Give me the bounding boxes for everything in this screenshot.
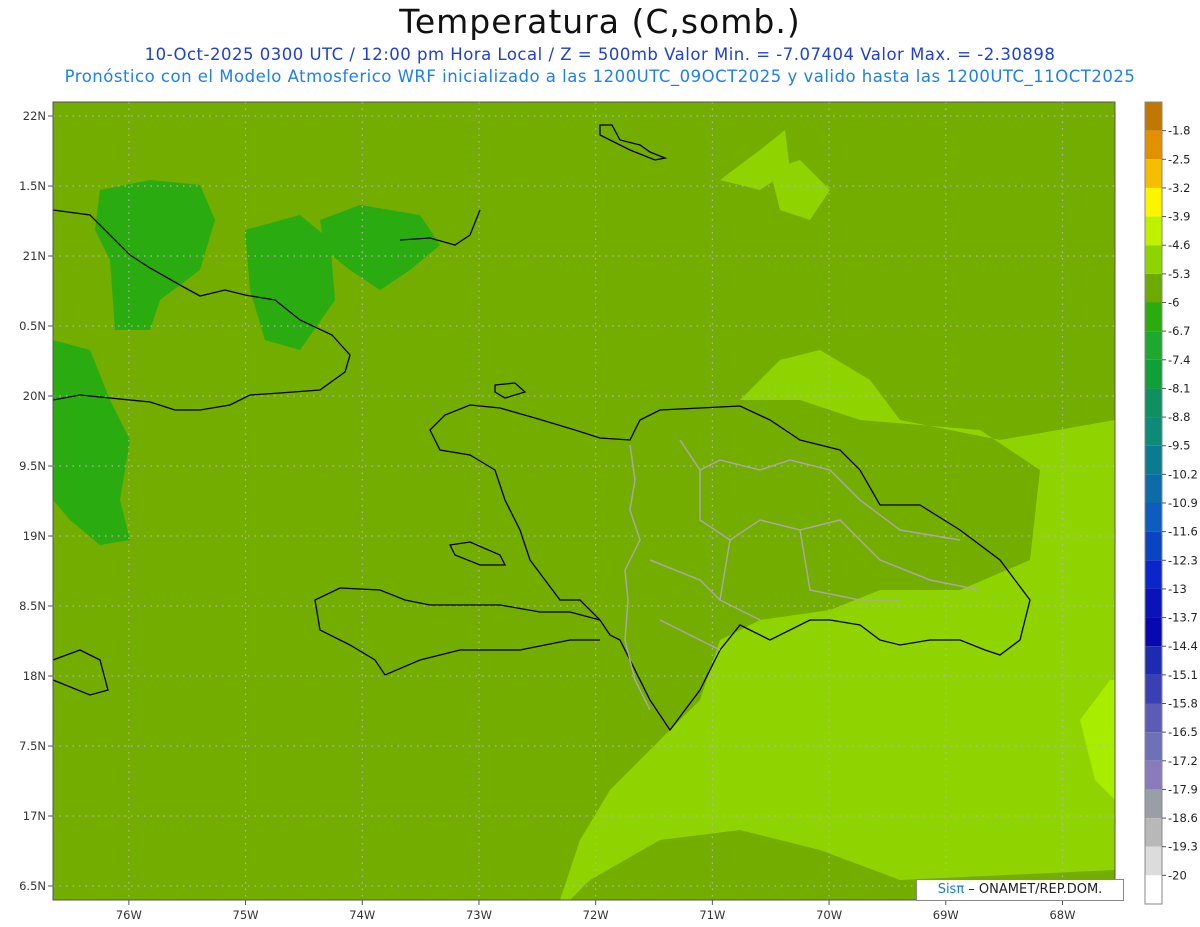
legend-swatch [1145,302,1162,332]
legend-label: -7.4 [1168,353,1190,367]
y-tick-label: 19N [23,529,46,543]
y-tick-label: 22N [23,109,46,123]
legend-label: -6 [1168,296,1179,310]
latitude-axis: 22N 1.5N 21N 0.5N 20N 9.5N 19N 8.5N 18N 7.5N 17N 6.… [19,109,53,893]
legend-label: -13.7 [1168,611,1198,625]
legend-label: -12.3 [1168,553,1198,567]
legend-label: -4.6 [1168,238,1190,252]
legend-swatch [1145,445,1162,475]
legend-label: -10.9 [1168,496,1198,510]
legend-swatch [1145,789,1162,819]
legend-swatch [1145,674,1162,704]
legend-label: -11.6 [1168,525,1198,539]
x-tick-label: 71W [699,908,725,922]
y-tick-label: 7.5N [19,739,46,753]
x-tick-label: 68W [1049,908,1075,922]
legend-swatch [1145,503,1162,532]
legend-swatch [1145,187,1162,217]
x-tick-label: 75W [233,908,259,922]
legend-label: -9.5 [1168,439,1190,453]
legend-label: -13 [1168,582,1187,596]
x-tick-label: 70W [816,908,842,922]
y-tick-label: 18N [23,669,46,683]
legend-swatch [1145,732,1162,761]
legend-swatch [1145,818,1162,847]
credit-text: – ONAMET/REP.DOM. [964,882,1103,897]
legend-swatch [1145,703,1162,733]
legend-swatch [1145,331,1162,360]
legend-swatch [1145,130,1162,160]
longitude-axis: 76W 75W 74W 73W 72W 71W 70W 69W 68W [116,900,1075,922]
legend-label: -6.7 [1168,324,1190,338]
plot-area [52,101,1116,901]
legend-label: -5.3 [1168,267,1190,281]
legend-label: -16.5 [1168,725,1198,739]
legend-label: -8.1 [1168,381,1190,395]
x-tick-label: 73W [466,908,492,922]
legend-swatch [1145,474,1162,503]
sispi-logo-text: Sisπ [937,882,965,897]
x-tick-label: 76W [116,908,142,922]
legend-swatch [1145,560,1162,589]
legend-swatch [1145,388,1162,418]
legend-swatch [1145,617,1162,647]
legend-label: -1.8 [1168,124,1190,138]
y-tick-label: 21N [23,249,46,263]
legend-swatch [1145,531,1162,561]
legend-label: -19.3 [1168,840,1198,854]
y-tick-label: 0.5N [19,319,46,333]
legend-swatch [1145,359,1162,389]
legend-swatch [1145,760,1162,790]
y-tick-label: 6.5N [19,879,46,893]
legend-swatch [1145,216,1162,246]
legend-label: -3.9 [1168,210,1190,224]
legend-swatch [1145,588,1162,618]
legend-swatch [1145,417,1162,446]
legend-label: -2.5 [1168,152,1190,166]
x-tick-label: 74W [349,908,375,922]
temperature-map: 76W 75W 74W 73W 72W 71W 70W 69W 68W 22N 1.5N 21N 0.… [19,101,1198,922]
legend-swatch [1145,245,1162,274]
y-tick-label: 20N [23,389,46,403]
legend-swatch [1145,875,1162,904]
x-tick-label: 69W [933,908,959,922]
legend-label: -15.1 [1168,668,1198,682]
y-tick-label: 9.5N [19,459,46,473]
legend-swatch [1145,159,1162,188]
x-tick-label: 72W [583,908,609,922]
legend-label: -8.8 [1168,410,1190,424]
legend-label: -17.2 [1168,754,1198,768]
legend-swatch [1145,102,1162,131]
color-legend: -1.8 -2.5 -3.2 -3.9 -4.6 -5.3 -6 -6.7 -7.4 -8.1 -8… [1144,101,1198,905]
y-tick-label: 1.5N [19,179,46,193]
legend-swatch [1145,646,1162,675]
y-tick-label: 17N [23,809,46,823]
legend-label: -3.2 [1168,181,1190,195]
legend-label: -18.6 [1168,811,1198,825]
legend-label: -17.9 [1168,782,1198,796]
y-tick-label: 8.5N [19,599,46,613]
credit-box: Sisπ – ONAMET/REP.DOM. [916,879,1124,901]
legend-label: -10.2 [1168,467,1198,481]
legend-swatch [1145,846,1162,876]
legend-label: -14.4 [1168,639,1198,653]
legend-swatch [1145,273,1162,303]
legend-label: -20 [1168,868,1187,882]
legend-label: -15.8 [1168,697,1198,711]
